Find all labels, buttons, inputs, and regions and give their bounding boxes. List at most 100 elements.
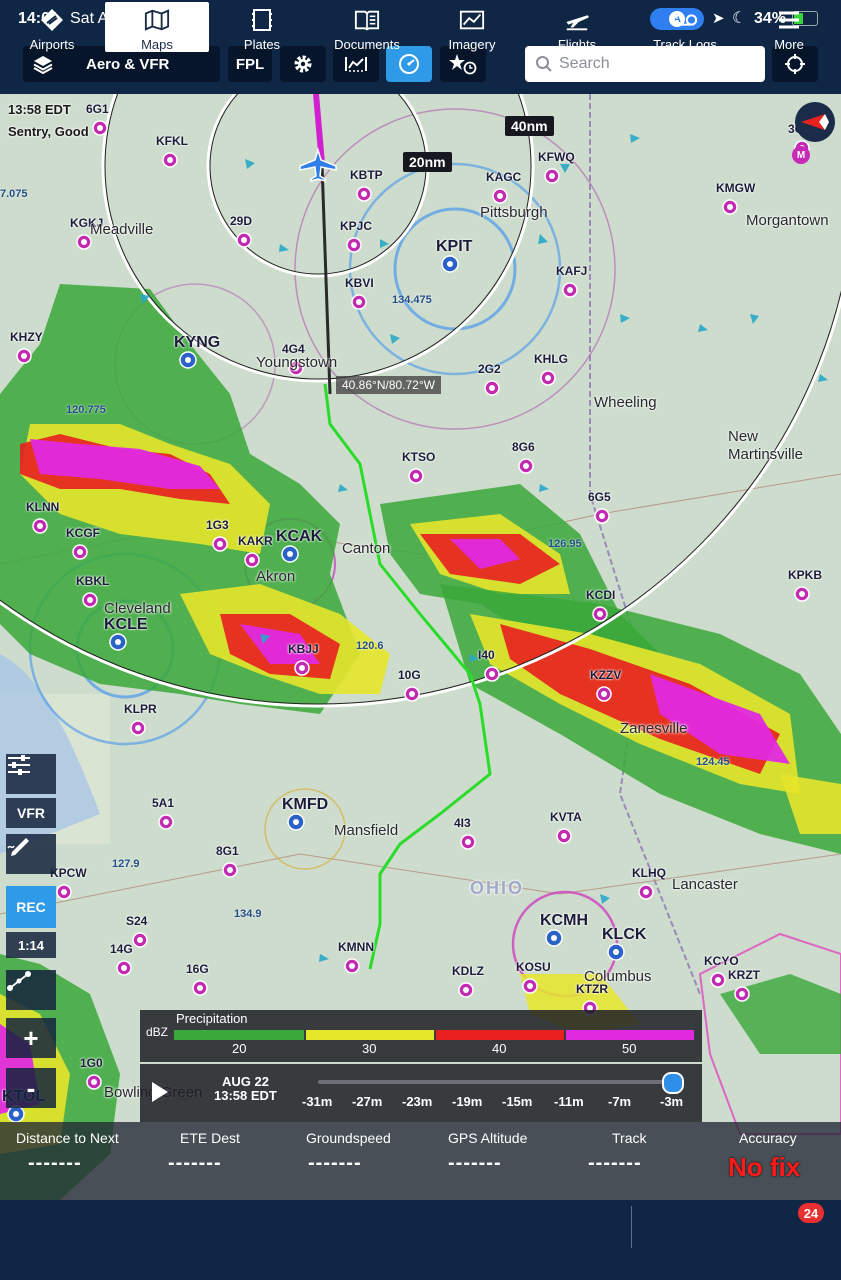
- airport-label[interactable]: 2G2: [478, 362, 501, 376]
- airport-label[interactable]: KOSU: [516, 960, 551, 974]
- play-icon[interactable]: [152, 1082, 168, 1102]
- instrument-panel[interactable]: Distance to Next ETE Dest Groundspeed GP…: [0, 1122, 841, 1200]
- airport-label[interactable]: KCDI: [586, 588, 615, 602]
- airport-symbol-center: [91, 1079, 97, 1085]
- tab-documents[interactable]: Documents: [315, 0, 419, 52]
- airport-label[interactable]: I40: [478, 648, 495, 662]
- airport-symbol-center: [413, 473, 419, 479]
- airport-label[interactable]: KBJJ: [288, 642, 319, 656]
- airport-symbol-center: [551, 935, 557, 941]
- airport-label[interactable]: 5A1: [152, 796, 174, 810]
- instrument-label: Track: [612, 1130, 647, 1146]
- gauge-icon: [399, 54, 419, 74]
- city-label: Youngstown: [256, 354, 338, 371]
- airport-symbol-center: [163, 819, 169, 825]
- metar-marker-icon[interactable]: M: [792, 146, 810, 164]
- instrument-label: Groundspeed: [306, 1130, 391, 1146]
- airport-label[interactable]: KTSO: [402, 450, 435, 464]
- airport-label[interactable]: KCLE: [104, 616, 148, 634]
- airport-symbol-center: [447, 261, 453, 267]
- airport-label[interactable]: KPKB: [788, 568, 822, 582]
- airport-symbol-center: [489, 671, 495, 677]
- airport-label[interactable]: 6G1: [86, 102, 109, 116]
- compass-icon[interactable]: [795, 102, 835, 142]
- airport-label[interactable]: KCAK: [276, 528, 322, 546]
- airport-label[interactable]: KMNN: [338, 940, 374, 954]
- timeline-slider-handle[interactable]: [662, 1072, 684, 1094]
- chart-type-button[interactable]: VFR: [6, 798, 56, 828]
- airport-label[interactable]: KCGF: [66, 526, 100, 540]
- airport-label[interactable]: KBTP: [350, 168, 383, 182]
- airport-symbol-center: [715, 977, 721, 983]
- airport-label[interactable]: 1G0: [80, 1056, 103, 1070]
- tab-label: Track Logs: [653, 37, 717, 52]
- airport-label[interactable]: KCMH: [540, 912, 588, 930]
- tab-maps[interactable]: Maps: [105, 2, 209, 52]
- airport-label[interactable]: KAKR: [238, 534, 273, 548]
- airport-symbol-center: [227, 867, 233, 873]
- airport-label[interactable]: KMGW: [716, 181, 755, 195]
- frequency-box: 120.775: [66, 404, 106, 416]
- weather-time: 13:58 EDT: [8, 102, 71, 117]
- timeline-time: 13:58 EDT: [214, 1088, 277, 1103]
- airport-label[interactable]: KBVI: [345, 276, 374, 290]
- timeline-tick: -7m: [608, 1094, 632, 1109]
- airport-label[interactable]: 6G5: [588, 490, 611, 504]
- airport-label[interactable]: 8G1: [216, 844, 239, 858]
- airport-label[interactable]: KMFD: [282, 796, 328, 814]
- tab-flights[interactable]: Flights: [525, 0, 629, 52]
- airport-label[interactable]: KLCK: [602, 926, 646, 944]
- route-button[interactable]: [6, 970, 56, 1010]
- airport-label[interactable]: KLPR: [124, 702, 157, 716]
- airport-label[interactable]: KPJC: [340, 219, 372, 233]
- record-track-button[interactable]: REC: [6, 886, 56, 928]
- airport-label[interactable]: 1G3: [206, 518, 229, 532]
- map-settings-button[interactable]: [6, 754, 56, 794]
- airport-label[interactable]: KCYO: [704, 954, 739, 968]
- airport-label[interactable]: KZZV: [590, 668, 621, 682]
- airport-label[interactable]: KHZY: [10, 330, 43, 344]
- timeline-slider-track[interactable]: [318, 1080, 674, 1084]
- airport-label[interactable]: KAFJ: [556, 264, 587, 278]
- precip-bar-30: [306, 1030, 434, 1040]
- airport-label[interactable]: KHLG: [534, 352, 568, 366]
- airport-label[interactable]: KAGC: [486, 170, 521, 184]
- airport-symbol-center: [249, 557, 255, 563]
- airport-symbol-center: [217, 541, 223, 547]
- airport-symbol-center: [241, 237, 247, 243]
- airport-symbol-center: [567, 287, 573, 293]
- airport-label[interactable]: 29D: [230, 214, 252, 228]
- airport-symbol-center: [351, 242, 357, 248]
- moving-map[interactable]: 6G1 KFKL KGKJ 29D KBTP KPJC KAGC KFWQ KM…: [0, 94, 841, 1200]
- airport-label[interactable]: KRZT: [728, 968, 760, 982]
- airport-label[interactable]: KPIT: [436, 238, 472, 256]
- tab-airports[interactable]: Airports: [0, 0, 104, 52]
- airport-label[interactable]: KFWQ: [538, 150, 575, 164]
- more-icon: [776, 9, 802, 31]
- airport-label[interactable]: KYNG: [174, 334, 220, 352]
- airport-symbol-center: [13, 1111, 19, 1117]
- airport-label[interactable]: KDLZ: [452, 964, 484, 978]
- draw-button[interactable]: [6, 834, 56, 874]
- zoom-in-button[interactable]: +: [6, 1018, 56, 1058]
- airport-label[interactable]: 16G: [186, 962, 209, 976]
- airport-label[interactable]: 14G: [110, 942, 133, 956]
- airport-label[interactable]: KLNN: [26, 500, 59, 514]
- airport-label[interactable]: KBKL: [76, 574, 109, 588]
- airport-label[interactable]: KVTA: [550, 810, 582, 824]
- tab-plates[interactable]: Plates: [210, 0, 314, 52]
- tab-track-logs[interactable]: Track Logs: [633, 0, 737, 52]
- zoom-out-button[interactable]: -: [6, 1068, 56, 1108]
- instrument-value: -------: [448, 1152, 502, 1174]
- airport-symbol-center: [87, 597, 93, 603]
- precip-bar-40: [436, 1030, 564, 1040]
- airport-symbol-center: [167, 157, 173, 163]
- airport-label[interactable]: 10G: [398, 668, 421, 682]
- airport-label[interactable]: 8G6: [512, 440, 535, 454]
- tab-more[interactable]: More: [737, 0, 841, 52]
- tab-imagery[interactable]: Imagery: [420, 0, 524, 52]
- airport-label[interactable]: 4I3: [454, 816, 471, 830]
- airport-label[interactable]: S24: [126, 914, 147, 928]
- airport-label[interactable]: KFKL: [156, 134, 188, 148]
- airport-label[interactable]: KLHQ: [632, 866, 666, 880]
